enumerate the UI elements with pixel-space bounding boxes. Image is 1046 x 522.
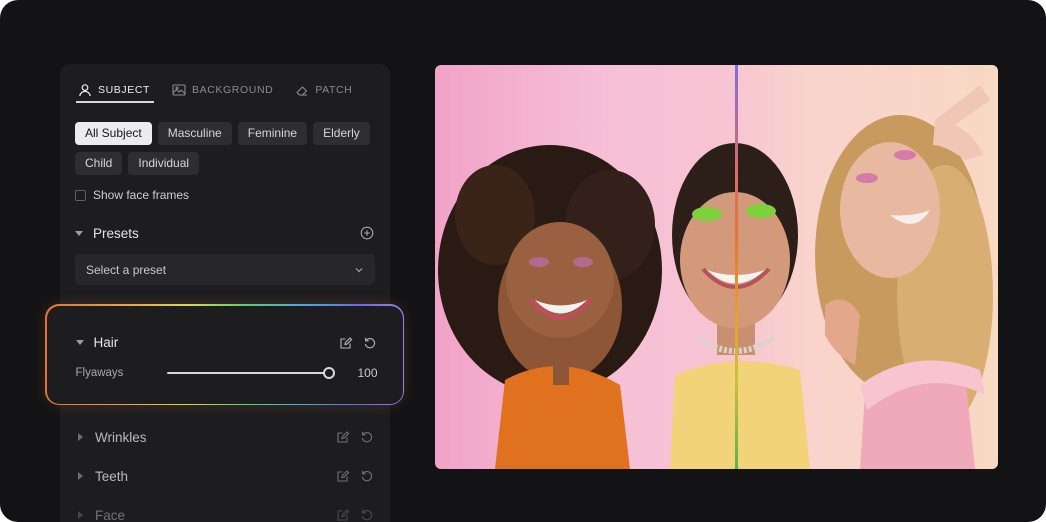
hair-title: Hair (93, 335, 119, 350)
tab-label: PATCH (315, 84, 353, 96)
section-title: Face (95, 507, 126, 522)
app-frame: SUBJECT BACKGROUND PATCH All Subject Mas… (0, 0, 1046, 522)
edit-icon (337, 509, 350, 521)
reset-icon (364, 337, 375, 348)
flyaways-slider[interactable] (166, 366, 335, 379)
chevron-right-icon (78, 511, 83, 519)
reset-button[interactable] (362, 335, 378, 351)
adjustments-panel: SUBJECT BACKGROUND PATCH All Subject Mas… (60, 64, 390, 522)
chip-child[interactable]: Child (75, 152, 123, 175)
presets-title: Presets (93, 225, 139, 241)
eraser-icon (296, 86, 308, 96)
edit-button[interactable] (335, 429, 351, 445)
tab-patch[interactable]: PATCH (293, 78, 354, 102)
active-tab-indicator (76, 101, 154, 103)
chevron-right-icon (78, 472, 83, 480)
subject-left (438, 145, 662, 469)
edit-icon (339, 336, 352, 349)
tab-bar: SUBJECT BACKGROUND PATCH (76, 78, 354, 102)
tab-background[interactable]: BACKGROUND (170, 78, 275, 102)
subject-center (670, 143, 810, 469)
user-icon (79, 84, 91, 97)
section-teeth[interactable]: Teeth (75, 466, 375, 486)
plus-circle-icon (360, 226, 374, 240)
section-title: Wrinkles (95, 429, 147, 445)
reset-icon (361, 470, 373, 482)
reset-button[interactable] (359, 429, 375, 445)
chip-all-subject[interactable]: All Subject (75, 122, 152, 145)
tab-label: SUBJECT (98, 84, 151, 96)
edit-button[interactable] (335, 468, 351, 484)
hair-section: Hair Flyaways 100 (46, 305, 403, 404)
tab-subject[interactable]: SUBJECT (76, 78, 152, 102)
presets-header[interactable]: Presets (75, 223, 375, 243)
preset-select-value: Select a preset (86, 262, 167, 277)
chip-feminine[interactable]: Feminine (237, 122, 308, 145)
chevron-down-icon (75, 340, 84, 345)
edit-button[interactable] (338, 335, 354, 351)
flyaways-value: 100 (357, 365, 378, 380)
reset-button[interactable] (359, 507, 375, 522)
show-face-frames-label: Show face frames (93, 188, 190, 202)
chip-individual[interactable]: Individual (128, 152, 200, 175)
show-face-frames-option[interactable]: Show face frames (75, 188, 189, 202)
before-after-divider-handle[interactable] (735, 65, 738, 469)
add-preset-button[interactable] (359, 225, 375, 241)
before-after-photo-preview[interactable] (435, 65, 998, 469)
show-face-frames-checkbox[interactable] (75, 189, 86, 201)
edit-icon (337, 470, 350, 482)
section-face[interactable]: Face (75, 505, 375, 522)
portrait-photo (438, 85, 993, 469)
chevron-down-icon (355, 267, 363, 272)
section-title: Teeth (95, 468, 129, 484)
chip-elderly[interactable]: Elderly (313, 122, 370, 145)
subject-filter-chips: All Subject Masculine Feminine Elderly C… (75, 122, 385, 175)
reset-icon (361, 431, 373, 443)
tab-label: BACKGROUND (192, 84, 274, 96)
flyaways-slider-row: Flyaways 100 (76, 365, 378, 381)
edit-icon (337, 431, 350, 443)
edit-button[interactable] (335, 507, 351, 522)
chip-masculine[interactable]: Masculine (157, 122, 232, 145)
reset-icon (361, 509, 373, 521)
hair-section-card: Hair Flyaways 100 (45, 304, 404, 405)
preset-select[interactable]: Select a preset (75, 254, 375, 285)
chevron-right-icon (78, 433, 83, 441)
hair-header[interactable]: Hair (75, 333, 378, 353)
flyaways-label: Flyaways (75, 366, 124, 379)
landscape-icon (172, 84, 186, 96)
reset-button[interactable] (359, 468, 375, 484)
subject-right (815, 85, 993, 469)
section-wrinkles[interactable]: Wrinkles (75, 427, 375, 447)
chevron-down-icon (75, 230, 83, 236)
flyaways-slider-handle[interactable] (322, 366, 335, 379)
